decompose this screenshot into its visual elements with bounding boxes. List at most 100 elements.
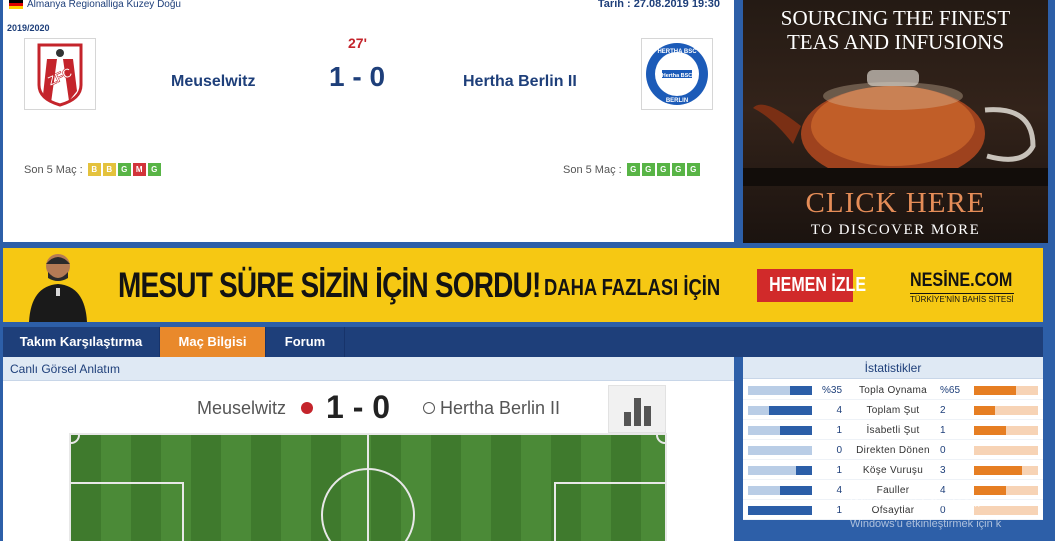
ad-discover-more[interactable]: TO DISCOVER MORE xyxy=(743,222,1048,239)
home-stat-value: 4 xyxy=(836,485,842,496)
stat-row: %35 Topla Oynama %65 xyxy=(743,383,1043,400)
football-pitch xyxy=(68,433,670,541)
away-stat-bar xyxy=(974,486,1038,495)
home-stat-bar xyxy=(748,386,812,395)
home-form-badge: G xyxy=(147,163,161,176)
home-stat-bar xyxy=(748,506,812,515)
match-score: 1 - 0 xyxy=(329,61,386,92)
home-form-badge: B xyxy=(102,163,116,176)
hertha-logo-center-text: Hertha BSC xyxy=(662,73,693,79)
away-stat-bar-fill xyxy=(974,466,1022,475)
away-form-label: Son 5 Maç : xyxy=(563,163,622,176)
away-indicator-icon xyxy=(423,402,435,414)
away-stat-bar xyxy=(974,406,1038,415)
nesine-tagline: TÜRKİYE'NİN BAHİS SİTESİ xyxy=(910,293,1014,304)
away-stat-bar-fill xyxy=(974,406,996,415)
away-form-badge: G xyxy=(656,163,670,176)
live-score: 1 - 0 xyxy=(326,389,391,425)
watch-now-label: HEMEN İZLE xyxy=(769,274,867,296)
away-form-badge: G xyxy=(686,163,700,176)
home-stat-value: 1 xyxy=(836,505,842,516)
ad-click-here[interactable]: CLICK HERE xyxy=(743,187,1048,220)
nesine-banner[interactable]: MESUT SÜRE SİZİN İÇİN SORDU! DAHA FAZLAS… xyxy=(3,248,1043,322)
home-stat-bar xyxy=(748,466,812,475)
live-visual-panel: Canlı Görsel Anlatım Meuselwitz 1 - 0 He… xyxy=(3,357,734,541)
germany-flag-icon xyxy=(9,0,23,9)
match-date: Tarih : 27.08.2019 19:30 xyxy=(597,0,720,10)
away-stat-value: %65 xyxy=(940,385,961,396)
tab-team-comparison[interactable]: Takım Karşılaştırma xyxy=(3,327,160,357)
stat-row: 1 Köşe Vuruşu 3 xyxy=(743,463,1043,480)
away-stat-bar xyxy=(974,426,1038,435)
away-form-badge: G xyxy=(671,163,685,176)
away-stat-bar-fill xyxy=(974,426,1006,435)
away-team-name[interactable]: Hertha Berlin II xyxy=(463,73,577,91)
away-form-badge: G xyxy=(641,163,655,176)
league-name[interactable]: Almanya Regionalliga Kuzey Doğu xyxy=(27,0,181,10)
away-stat-bar xyxy=(974,386,1038,395)
home-stat-value: 1 xyxy=(836,465,842,476)
home-stat-value: 1 xyxy=(836,425,842,436)
home-stat-bar-fill xyxy=(780,426,812,435)
hertha-crest-icon: HERTHA BSC BERLIN Hertha BSC xyxy=(646,43,708,105)
live-panel-title: Canlı Görsel Anlatım xyxy=(3,357,734,381)
ad-headline-line-2: TEAS AND INFUSIONS xyxy=(786,30,1005,54)
away-stat-value: 3 xyxy=(940,465,946,476)
tab-match-info[interactable]: Maç Bilgisi xyxy=(160,327,266,357)
stat-row: 0 Direkten Dönen 0 xyxy=(743,443,1043,460)
home-form-badge: M xyxy=(132,163,146,176)
league-bar: Almanya Regionalliga Kuzey Doğu Tarih : … xyxy=(3,0,734,12)
away-stat-bar xyxy=(974,466,1038,475)
home-stat-bar-fill xyxy=(796,466,812,475)
home-team-name[interactable]: Meuselwitz xyxy=(171,73,255,91)
tea-advertisement[interactable]: SOURCING THE FINEST TEAS AND INFUSIONS C… xyxy=(743,0,1048,243)
pitch-lines xyxy=(68,434,670,541)
home-stat-value: 4 xyxy=(836,405,842,416)
home-indicator-icon xyxy=(301,402,313,414)
away-team-logo[interactable]: HERTHA BSC BERLIN Hertha BSC xyxy=(641,38,713,110)
live-home-team: Meuselwitz xyxy=(197,398,287,418)
match-card: Almanya Regionalliga Kuzey Doğu Tarih : … xyxy=(3,0,734,242)
nesine-logo: NESİNE.COM xyxy=(910,270,1013,291)
season-label: 2019/2020 xyxy=(7,23,50,33)
stat-label: İsabetli Şut xyxy=(866,425,920,436)
home-stat-bar-fill xyxy=(780,486,812,495)
home-team-logo[interactable]: ZFC xyxy=(24,38,96,110)
home-form-row: Son 5 Maç : B B G M G xyxy=(24,163,161,176)
statistics-title: İstatistikler xyxy=(743,357,1043,379)
presenter-image xyxy=(29,254,87,322)
live-away-team: Hertha Berlin II xyxy=(440,398,561,418)
away-stat-value: 2 xyxy=(940,405,946,416)
ad-headline-line-1: SOURCING THE FINEST xyxy=(780,6,1011,30)
bar-chart-icon xyxy=(624,398,651,426)
windows-activation-watermark-sub: Windows'u etkinleştirmek için k xyxy=(850,518,1002,530)
away-form-badge: G xyxy=(626,163,640,176)
away-stat-bar xyxy=(974,446,1038,455)
home-stat-bar xyxy=(748,406,812,415)
home-stat-bar xyxy=(748,446,812,455)
watch-now-button[interactable]: HEMEN İZLE xyxy=(757,269,866,302)
zfc-crest-icon: ZFC xyxy=(37,43,83,107)
home-stat-bar xyxy=(748,426,812,435)
stat-row: 4 Toplam Şut 2 xyxy=(743,403,1043,420)
ad-headline: SOURCING THE FINEST TEAS AND INFUSIONS xyxy=(743,6,1048,54)
away-stat-bar-fill xyxy=(974,386,1016,395)
windows-activation-watermark: Windows'u Etkinleştir xyxy=(850,494,982,510)
banner-headline: MESUT SÜRE SİZİN İÇİN SORDU! xyxy=(118,266,541,305)
home-stat-value: %35 xyxy=(821,385,842,396)
stat-label: Köşe Vuruşu xyxy=(862,465,924,476)
home-stat-bar-fill xyxy=(769,406,812,415)
home-form-badge: B xyxy=(87,163,101,176)
home-stat-bar-fill xyxy=(748,506,812,515)
tab-forum[interactable]: Forum xyxy=(266,327,345,357)
stats-toggle-button[interactable] xyxy=(608,385,666,433)
home-stat-value: 0 xyxy=(836,445,842,456)
match-minute: 27' xyxy=(348,35,367,51)
stat-label: Direkten Dönen xyxy=(856,445,930,456)
hertha-logo-top-text: HERTHA BSC xyxy=(657,49,697,55)
home-stat-bar-fill xyxy=(789,386,812,395)
away-stat-value: 0 xyxy=(940,445,946,456)
home-form-badge: G xyxy=(117,163,131,176)
away-form-row: Son 5 Maç : G G G G G xyxy=(563,163,700,176)
stat-label: Toplam Şut xyxy=(866,405,920,416)
